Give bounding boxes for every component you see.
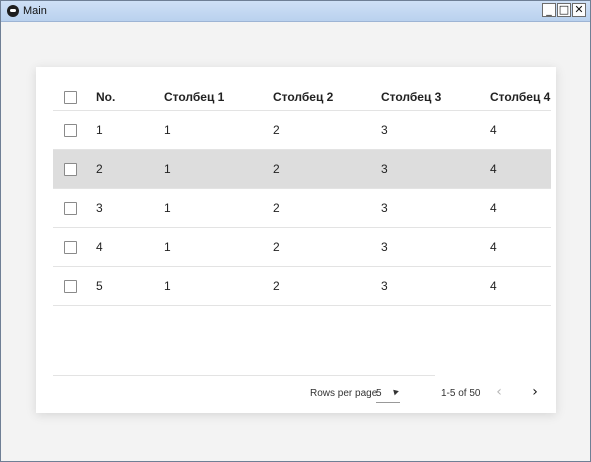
row-select-cell[interactable] [64, 189, 77, 227]
table-cell: 3 [381, 123, 388, 137]
table-row[interactable]: 3 1 2 3 4 [53, 189, 551, 228]
row-select-cell[interactable] [64, 228, 77, 266]
close-button[interactable]: ✕ [572, 3, 586, 17]
table-cell: 5 [96, 279, 103, 293]
table-cell: 3 [381, 201, 388, 215]
table-row[interactable]: 4 1 2 3 4 [53, 228, 551, 267]
row-select-cell[interactable] [64, 267, 77, 305]
title-bar[interactable]: Main _ □ ✕ [1, 1, 590, 22]
row-select-cell[interactable] [64, 111, 77, 149]
data-table: No. Столбец 1 Столбец 2 Столбец 3 Столбе… [53, 84, 551, 306]
table-cell: 3 [381, 240, 388, 254]
table-cell: 2 [96, 162, 103, 176]
row-select-cell[interactable] [64, 150, 77, 188]
table-cell: 4 [490, 123, 497, 137]
row-checkbox[interactable] [64, 279, 77, 293]
rows-per-page-label: Rows per page [310, 387, 378, 399]
table-row[interactable]: 1 1 2 3 4 [53, 111, 551, 150]
table-cell: 2 [273, 201, 280, 215]
column-header-no[interactable]: No. [96, 84, 115, 110]
maximize-button[interactable]: □ [557, 3, 571, 17]
table-cell: 2 [273, 240, 280, 254]
table-cell: 2 [273, 279, 280, 293]
select-all-cell[interactable] [64, 84, 77, 110]
table-cell: 4 [490, 162, 497, 176]
table-cell: 3 [381, 162, 388, 176]
table-cell: 1 [96, 123, 103, 137]
table-cell: 1 [164, 240, 171, 254]
row-checkbox[interactable] [64, 201, 77, 215]
row-checkbox[interactable] [64, 162, 77, 176]
minimize-button[interactable]: _ [542, 3, 556, 17]
row-checkbox[interactable] [64, 240, 77, 254]
pagination-range: 1-5 of 50 [441, 387, 481, 399]
table-header-row: No. Столбец 1 Столбец 2 Столбец 3 Столбе… [53, 84, 551, 111]
table-cell: 4 [490, 279, 497, 293]
table-cell: 1 [164, 279, 171, 293]
window-controls: _ □ ✕ [542, 3, 586, 17]
table-cell: 3 [96, 201, 103, 215]
table-cell: 4 [490, 201, 497, 215]
data-table-panel: No. Столбец 1 Столбец 2 Столбец 3 Столбе… [36, 67, 556, 413]
window-content: No. Столбец 1 Столбец 2 Столбец 3 Столбе… [1, 22, 590, 461]
table-cell: 4 [96, 240, 103, 254]
select-all-checkbox[interactable] [64, 90, 77, 104]
table-row[interactable]: 2 1 2 3 4 [53, 150, 551, 189]
table-cell: 1 [164, 123, 171, 137]
main-window: Main _ □ ✕ No. Столбец 1 Столбец 2 Столб… [0, 0, 591, 462]
previous-page-button[interactable]: ‹ [490, 382, 508, 402]
window-title: Main [23, 5, 47, 17]
table-cell: 2 [273, 162, 280, 176]
table-cell: 1 [164, 162, 171, 176]
table-cell: 3 [381, 279, 388, 293]
column-header-3[interactable]: Столбец 3 [381, 84, 441, 110]
table-footer-divider [53, 375, 435, 376]
row-checkbox[interactable] [64, 123, 77, 137]
table-row[interactable]: 5 1 2 3 4 [53, 267, 551, 306]
next-page-button[interactable]: › [526, 382, 544, 402]
column-header-1[interactable]: Столбец 1 [164, 84, 224, 110]
table-cell: 2 [273, 123, 280, 137]
column-header-4[interactable]: Столбец 4 [490, 84, 550, 110]
column-header-2[interactable]: Столбец 2 [273, 84, 333, 110]
app-icon [7, 5, 19, 17]
table-cell: 4 [490, 240, 497, 254]
table-cell: 1 [164, 201, 171, 215]
